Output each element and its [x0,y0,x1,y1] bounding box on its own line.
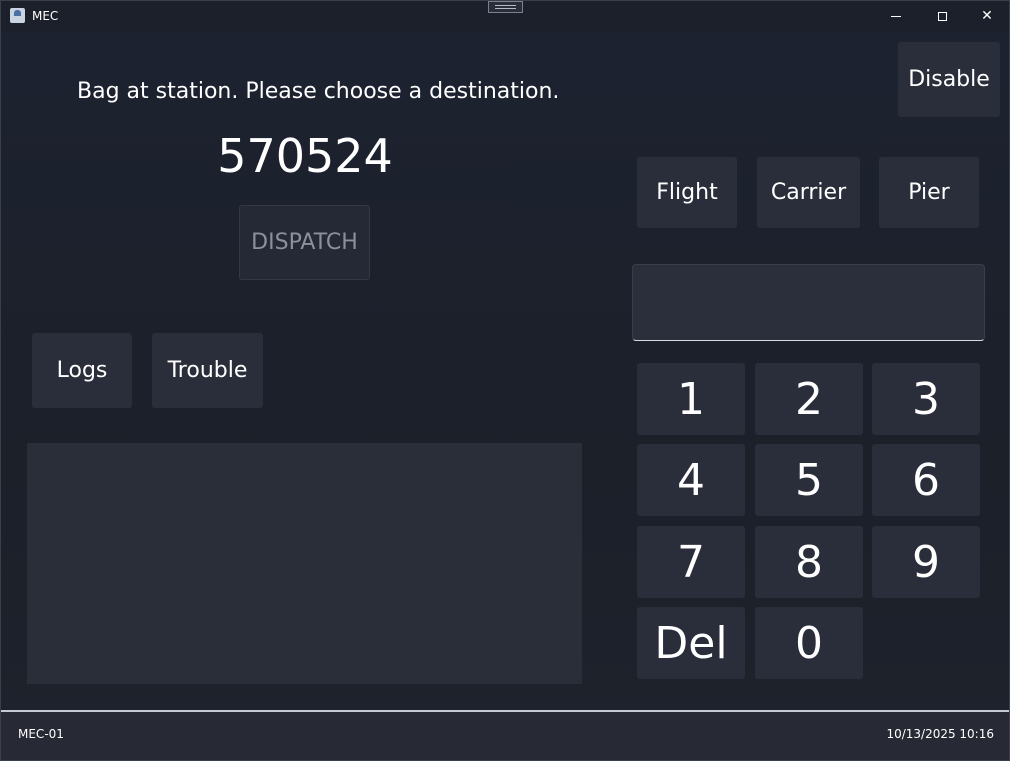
keypad-0-button[interactable]: 0 [755,607,863,679]
keypad-7-button[interactable]: 7 [637,526,745,598]
station-id: MEC-01 [18,727,64,741]
app-icon [10,8,25,23]
window-title: MEC [32,9,59,23]
minimize-button[interactable] [873,1,919,31]
carrier-button[interactable]: Carrier [757,157,860,228]
flight-button[interactable]: Flight [637,157,737,228]
pier-button[interactable]: Pier [879,157,979,228]
keypad-5-button[interactable]: 5 [755,444,863,516]
drag-handle-icon[interactable] [488,1,523,13]
destination-entry-field[interactable] [632,264,985,341]
maximize-icon [937,11,947,21]
keypad-8-button[interactable]: 8 [755,526,863,598]
app-window: MEC ✕ Bag at station. Please choose a de… [0,0,1010,761]
logs-button[interactable]: Logs [32,333,132,408]
bag-number: 570524 [217,129,393,183]
minimize-icon [891,15,901,17]
keypad-delete-button[interactable]: Del [637,607,745,679]
dispatch-button[interactable]: DISPATCH [239,205,370,280]
close-icon: ✕ [981,8,993,24]
title-bar: MEC ✕ [1,1,1009,31]
status-datetime: 10/13/2025 10:16 [886,727,994,741]
keypad-2-button[interactable]: 2 [755,363,863,435]
keypad-9-button[interactable]: 9 [872,526,980,598]
keypad-1-button[interactable]: 1 [637,363,745,435]
station-prompt: Bag at station. Please choose a destinat… [77,79,560,104]
close-button[interactable]: ✕ [964,1,1010,31]
keypad-4-button[interactable]: 4 [637,444,745,516]
keypad-6-button[interactable]: 6 [872,444,980,516]
log-panel [27,443,582,684]
disable-button[interactable]: Disable [898,42,1000,117]
maximize-button[interactable] [919,1,965,31]
keypad-3-button[interactable]: 3 [872,363,980,435]
trouble-button[interactable]: Trouble [152,333,263,408]
status-bar: MEC-01 10/13/2025 10:16 [1,710,1009,760]
